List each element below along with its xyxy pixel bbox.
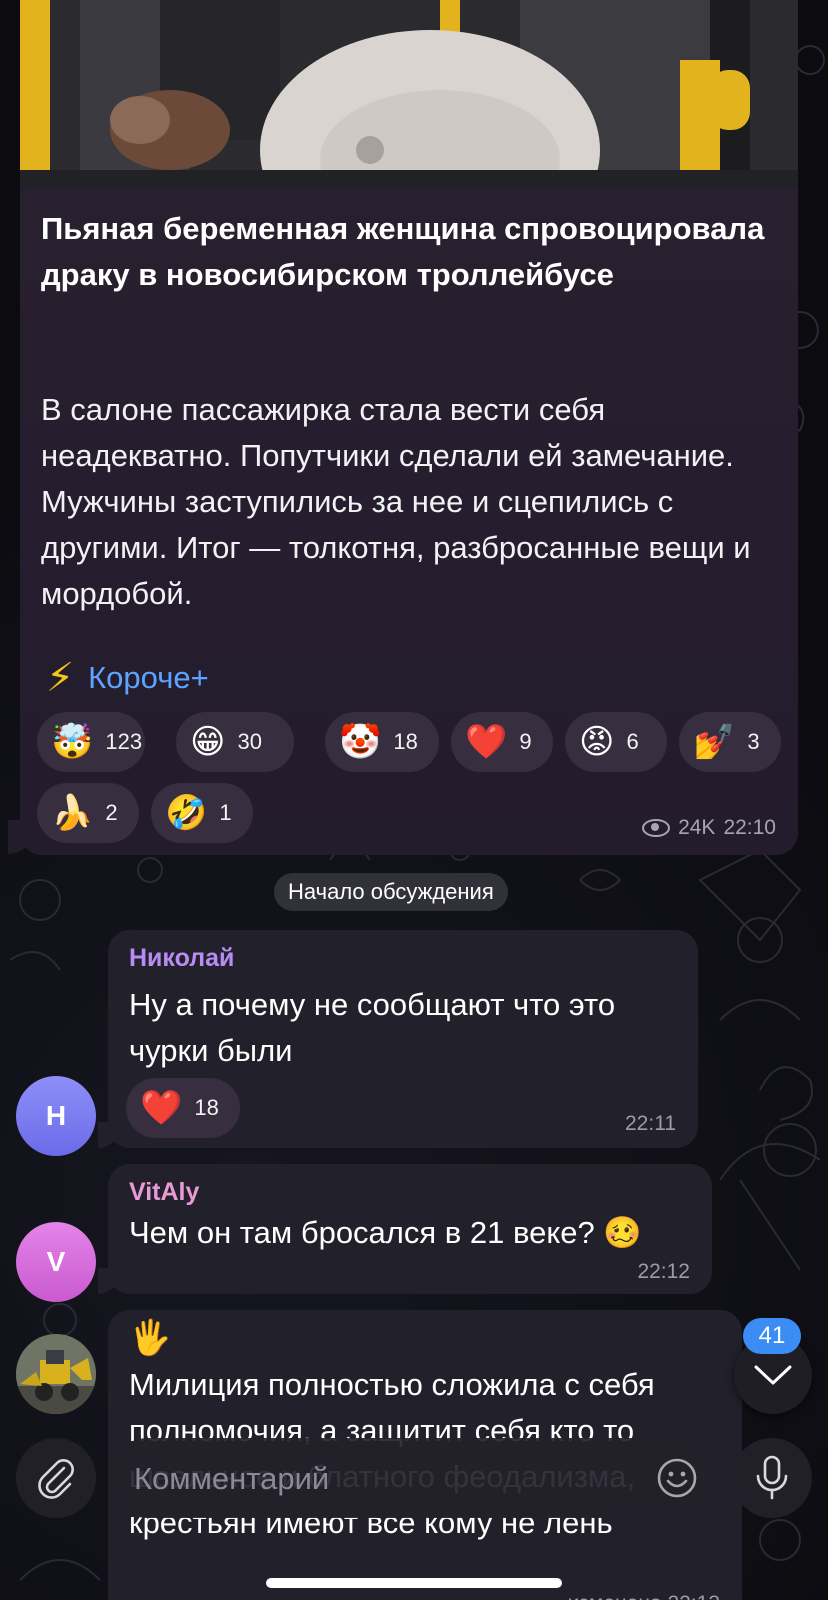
lightning-icon: ⚡ <box>46 656 75 700</box>
comment-bubble[interactable]: VitAly Чем он там бросался в 21 веке? 🥴 … <box>108 1164 712 1294</box>
comment-bubble[interactable]: Николай Ну а почему не сообщают что это … <box>108 930 698 1148</box>
reaction-count: 18 <box>393 729 418 754</box>
comment-author[interactable]: Николай <box>129 944 234 973</box>
comment-input-bar[interactable] <box>108 1438 718 1520</box>
reaction-count: 9 <box>519 729 532 754</box>
banana-emoji: 🍌 <box>51 794 94 832</box>
angry-emoji: 😡 <box>579 723 615 761</box>
smile-icon[interactable] <box>656 1457 698 1499</box>
reaction-exploding-head[interactable]: 🤯 123 <box>37 712 145 772</box>
comment-author[interactable]: VitAly <box>129 1178 199 1207</box>
grin-emoji: 😁 <box>190 723 226 761</box>
comment-time: изменено 22:13 <box>568 1592 720 1600</box>
microphone-icon <box>756 1455 788 1500</box>
avatar-initial: V <box>46 1246 66 1277</box>
comment-text: Чем он там бросался в 21 веке? 🥴 <box>129 1215 642 1250</box>
excavator-photo-icon <box>16 1334 96 1414</box>
eye-icon <box>642 819 671 837</box>
nail-polish-emoji: 💅 <box>693 723 736 761</box>
reaction-count: 2 <box>105 800 118 825</box>
reaction-banana[interactable]: 🍌 2 <box>37 783 139 843</box>
avatar-initial: Н <box>45 1100 67 1131</box>
avatar[interactable]: V <box>16 1222 96 1302</box>
post-signature-link[interactable]: ⚡ Короче+ <box>46 655 209 701</box>
reaction-count: 30 <box>237 729 262 754</box>
voice-message-button[interactable] <box>732 1438 812 1518</box>
reaction-count: 18 <box>194 1095 219 1120</box>
exploding-head-emoji: 🤯 <box>51 723 94 761</box>
comment-input[interactable] <box>132 1438 636 1520</box>
chevron-down-icon <box>754 1365 792 1385</box>
reaction-count: 123 <box>105 729 143 754</box>
raised-hand-emoji: 🖐 <box>129 1319 172 1357</box>
view-count: 24K <box>678 816 716 839</box>
avatar[interactable] <box>16 1334 96 1414</box>
comment-time: 22:11 <box>625 1112 676 1135</box>
reaction-count: 1 <box>219 800 232 825</box>
attach-button[interactable] <box>16 1438 96 1518</box>
reaction-count: 3 <box>747 729 760 754</box>
reaction-grin[interactable]: 😁 30 <box>176 712 294 772</box>
reaction-heart[interactable]: ❤️ 9 <box>451 712 553 772</box>
reaction-angry[interactable]: 😡 6 <box>565 712 667 772</box>
heart-emoji: ❤️ <box>465 723 508 761</box>
post-meta: 24K 22:10 <box>642 816 776 840</box>
signature-link-text[interactable]: Короче+ <box>88 660 209 696</box>
video-frame-image <box>20 0 798 188</box>
clown-emoji: 🤡 <box>339 723 382 761</box>
post-body-text: В салоне пассажирка стала вести себя неа… <box>41 392 751 611</box>
rofl-emoji: 🤣 <box>165 794 208 832</box>
reaction-count: 6 <box>626 729 639 754</box>
comment-time: 22:12 <box>637 1260 690 1283</box>
avatar[interactable]: Н <box>16 1076 96 1156</box>
post-time: 22:10 <box>723 816 776 839</box>
comment-reaction-heart[interactable]: ❤️ 18 <box>126 1078 240 1138</box>
discussion-start-label: Начало обсуждения <box>274 873 508 911</box>
unread-count-badge: 41 <box>743 1318 801 1354</box>
post-title: Пьяная беременная женщина спровоцировала… <box>41 211 765 292</box>
paperclip-icon <box>38 1459 74 1499</box>
home-indicator[interactable] <box>266 1578 562 1588</box>
reaction-nail-polish[interactable]: 💅 3 <box>679 712 781 772</box>
heart-emoji: ❤️ <box>140 1089 183 1127</box>
reaction-rofl[interactable]: 🤣 1 <box>151 783 253 843</box>
channel-post[interactable]: Пьяная беременная женщина спровоцировала… <box>20 0 798 855</box>
comment-text: Ну а почему не сообщают что это чурки бы… <box>129 987 616 1068</box>
reaction-clown[interactable]: 🤡 18 <box>325 712 439 772</box>
chat-screen: Пьяная беременная женщина спровоцировала… <box>0 0 828 1600</box>
post-video-thumbnail[interactable] <box>20 0 798 188</box>
